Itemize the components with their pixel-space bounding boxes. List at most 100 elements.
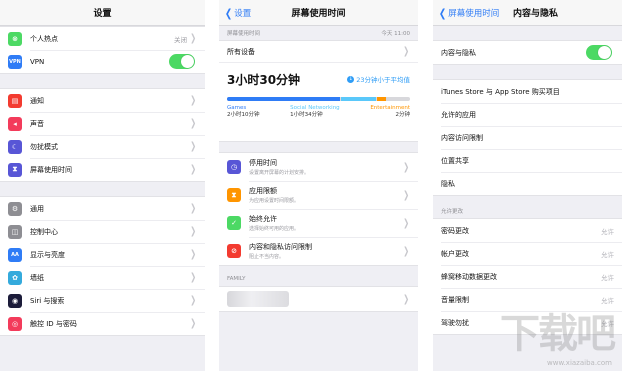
settings-row[interactable]: ◫ 控制中心 ❯ <box>0 220 205 243</box>
notifications-icon: ▤ <box>8 93 22 108</box>
back-button[interactable]: ❮ 设置 <box>224 0 251 26</box>
settings-navbar: 设置 <box>0 0 205 26</box>
settings-panel: 设置 ⊗ 个人热点 关闭 ❯ VPN VPN ▤ 通知 ❯ ◂ 声音 ❯ ☾ 勿扰模式 ❯ ⧗ 屏幕使用时间 ❯… <box>0 0 205 371</box>
category-name: Entertainment <box>370 105 410 111</box>
allow-change-row[interactable]: 蜂窝移动数据更改 允许 <box>433 265 622 288</box>
option-text: 应用限额为应用设置时间限额。 <box>249 186 299 204</box>
settings-row[interactable]: ✿ 墙纸 ❯ <box>0 266 205 289</box>
screen-time-option-row[interactable]: ⧗ 应用限额为应用设置时间限额。 ❯ <box>219 181 418 209</box>
option-value: 允许 <box>601 227 614 236</box>
category-name: Social Networking <box>290 105 340 111</box>
settings-row-label: 勿扰模式 <box>30 142 58 151</box>
content-restrictions-icon: ⊘ <box>227 244 241 258</box>
down-arrow-icon: ↓ <box>347 75 355 83</box>
family-member-row[interactable]: ❯ <box>219 286 418 312</box>
usage-summary[interactable]: 3小时30分钟 ↓ 23分钟小于平均值 Games 2小时10分钟 Social N… <box>219 63 418 141</box>
average-label: 23分钟小于平均值 <box>356 76 410 84</box>
option-text: 内容和隐私访问限制 阻止不当内容。 <box>249 242 312 260</box>
always-allowed-icon: ✓ <box>227 216 241 230</box>
usage-category: Entertainment 2分钟 <box>370 105 410 119</box>
vpn-toggle[interactable] <box>169 54 195 69</box>
average-badge: ↓ 23分钟小于平均值 <box>347 74 410 84</box>
settings-row[interactable]: AA 显示与亮度 ❯ <box>0 243 205 266</box>
settings-row[interactable]: ⧗ 屏幕使用时间 ❯ <box>0 158 205 181</box>
content-privacy-option-row[interactable]: 位置共享 <box>433 149 622 172</box>
option-label: 允许的应用 <box>441 110 476 119</box>
chevron-right-icon: ❯ <box>402 217 409 229</box>
settings-row[interactable]: ◉ Siri 与搜索 ❯ <box>0 289 205 312</box>
section-label: 屏幕使用时间 <box>227 31 261 37</box>
page-title: 屏幕使用时间 <box>291 9 346 19</box>
option-subtitle: 选择始终可用的应用。 <box>249 226 300 232</box>
sounds-icon: ◂ <box>8 116 22 131</box>
allow-change-row[interactable]: 密码更改 允许 <box>433 219 622 242</box>
page-title: 设置 <box>93 9 112 19</box>
category-time: 2分钟 <box>395 112 411 118</box>
back-button[interactable]: ❮ 屏幕使用时间 <box>438 0 499 26</box>
screen-time-icon: ⧗ <box>8 162 22 177</box>
wallpaper-icon: ✿ <box>8 270 22 285</box>
hotspot-icon: ⊗ <box>8 31 22 46</box>
chevron-right-icon: ❯ <box>189 203 196 214</box>
section-time: 今天 11:00 <box>381 31 410 37</box>
option-label: 位置共享 <box>441 156 469 165</box>
downtime-icon: ◷ <box>227 160 241 174</box>
settings-group-network: ⊗ 个人热点 关闭 ❯ VPN VPN <box>0 26 205 74</box>
general-icon: ⚙ <box>8 201 22 216</box>
usage-bar-segment <box>377 97 387 101</box>
option-value: 允许 <box>601 250 614 259</box>
all-devices-row[interactable]: 所有设备 ❯ <box>219 41 418 63</box>
content-privacy-option-row[interactable]: 隐私 <box>433 172 622 195</box>
usage-category: Games 2小时10分钟 <box>227 105 260 119</box>
watermark-url: www.xiazaiba.com <box>547 359 612 367</box>
chevron-right-icon: ❯ <box>402 245 409 257</box>
chevron-left-icon: ❮ <box>438 6 447 20</box>
settings-row[interactable]: ◂ 声音 ❯ <box>0 112 205 135</box>
settings-row-label: 控制中心 <box>30 227 58 236</box>
chevron-right-icon: ❯ <box>189 272 196 283</box>
chevron-right-icon: ❯ <box>402 161 409 173</box>
screen-time-panel: ❮ 设置 屏幕使用时间 屏幕使用时间 今天 11:00 所有设备 ❯ 3小时30分… <box>219 0 418 371</box>
screen-time-option-row[interactable]: ⊘ 内容和隐私访问限制 阻止不当内容。 ❯ <box>219 237 418 265</box>
option-title: 应用限额 <box>249 187 277 195</box>
chevron-right-icon: ❯ <box>189 295 196 306</box>
category-name: Games <box>227 105 247 111</box>
chevron-right-icon: ❯ <box>189 141 196 152</box>
touch-id-icon: ◎ <box>8 316 22 331</box>
allow-change-row[interactable]: 帐户更改 允许 <box>433 242 622 265</box>
content-privacy-label: 内容与隐私 <box>441 48 476 57</box>
settings-row[interactable]: ◎ 触控 ID 与密码 ❯ <box>0 312 205 335</box>
settings-row[interactable]: ⊗ 个人热点 关闭 ❯ <box>0 27 205 50</box>
option-label: 驾驶勿扰 <box>441 318 469 327</box>
option-text: 停用时间设置离开屏幕的计划安排。 <box>249 158 309 176</box>
settings-row[interactable]: ⚙ 通用 ❯ <box>0 197 205 220</box>
chevron-right-icon: ❯ <box>189 249 196 260</box>
settings-row[interactable]: ▤ 通知 ❯ <box>0 89 205 112</box>
display-brightness-icon: AA <box>8 247 22 262</box>
option-subtitle: 设置离开屏幕的计划安排。 <box>249 170 310 176</box>
option-title: 停用时间 <box>249 159 277 167</box>
settings-row[interactable]: ☾ 勿扰模式 ❯ <box>0 135 205 158</box>
chevron-right-icon: ❯ <box>402 189 409 201</box>
content-privacy-option-row[interactable]: 内容访问限制 <box>433 126 622 149</box>
option-text: 始终允许 选择始终可用的应用。 <box>249 214 299 232</box>
settings-row-label: 显示与亮度 <box>30 250 65 259</box>
back-label: 屏幕使用时间 <box>448 9 500 19</box>
content-privacy-option-row[interactable]: iTunes Store 与 App Store 购买项目 <box>433 80 622 103</box>
app-limits-icon: ⧗ <box>227 188 241 202</box>
screen-time-option-row[interactable]: ✓ 始终允许 选择始终可用的应用。 ❯ <box>219 209 418 237</box>
vpn-icon: VPN <box>8 54 22 69</box>
screen-time-option-row[interactable]: ◷ 停用时间设置离开屏幕的计划安排。 ❯ <box>219 153 418 181</box>
option-subtitle: 为应用设置时间限额。 <box>249 198 300 204</box>
page-title: 内容与隐私 <box>513 9 559 19</box>
option-label: 密码更改 <box>441 226 469 235</box>
category-time: 1小时34分钟 <box>290 112 323 118</box>
settings-row-label: 声音 <box>30 119 44 128</box>
content-privacy-options: iTunes Store 与 App Store 购买项目允许的应用内容访问限制… <box>433 79 622 196</box>
settings-group-notifications: ▤ 通知 ❯ ◂ 声音 ❯ ☾ 勿扰模式 ❯ ⧗ 屏幕使用时间 ❯ <box>0 88 205 182</box>
content-privacy-option-row[interactable]: 允许的应用 <box>433 103 622 126</box>
settings-row[interactable]: VPN VPN <box>0 50 205 73</box>
family-label: FAMILY <box>227 276 246 282</box>
usage-categories: Games 2小时10分钟 Social Networking 1小时34分钟 Ente… <box>227 105 410 119</box>
content-privacy-toggle[interactable] <box>586 45 612 60</box>
